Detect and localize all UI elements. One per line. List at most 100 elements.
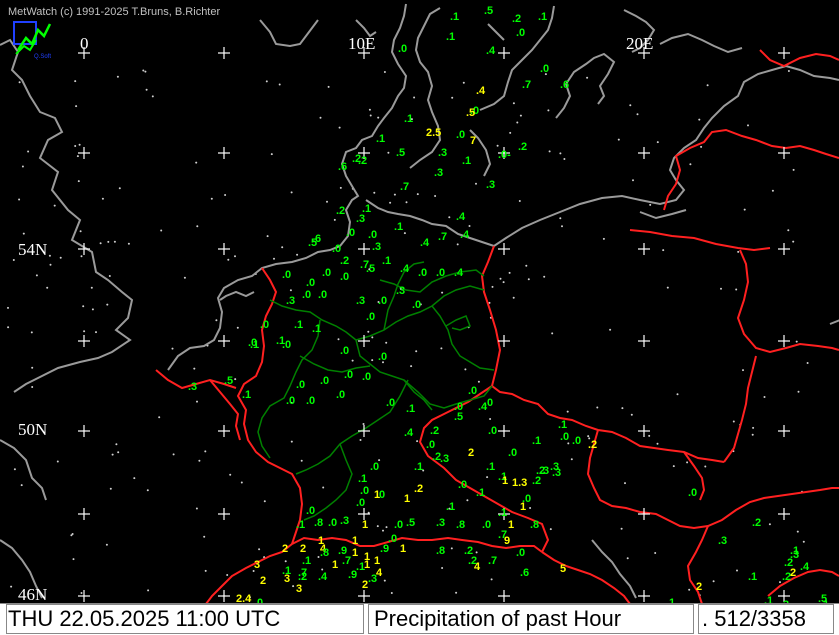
station-dot xyxy=(91,308,94,311)
precip-value: .1 xyxy=(358,473,368,485)
precip-value: .0 xyxy=(398,43,408,55)
precip-value: .2 xyxy=(358,155,368,167)
precip-value: .0 xyxy=(386,397,396,409)
precip-value: .0 xyxy=(346,227,356,239)
station-dot xyxy=(519,114,522,117)
station-dot xyxy=(441,567,444,569)
station-dot xyxy=(416,440,419,443)
precip-value: .2 xyxy=(588,439,598,451)
precip-value: .0 xyxy=(318,289,328,301)
station-dot xyxy=(802,540,805,543)
station-dot xyxy=(518,200,521,202)
precip-value: .0 xyxy=(368,229,378,241)
precip-value: .0 xyxy=(688,487,698,499)
station-dot xyxy=(27,150,30,153)
precip-value: .7 xyxy=(488,555,498,567)
precip-value: .1 xyxy=(376,133,386,145)
precip-value: .3 xyxy=(356,213,366,225)
precip-value: 1.3 xyxy=(512,477,528,489)
station-dot xyxy=(371,336,374,339)
lon-label-10e: 10E xyxy=(348,34,376,53)
station-dot xyxy=(292,585,295,588)
precip-value: 5 xyxy=(560,563,567,575)
station-dot xyxy=(333,218,336,221)
precip-value: .0 xyxy=(306,277,316,289)
precip-value: .0 xyxy=(516,27,526,39)
precip-value: 9 xyxy=(504,535,511,547)
station-dot xyxy=(107,240,110,243)
precip-value: .0 xyxy=(360,485,370,497)
precip-value: .0 xyxy=(488,425,498,437)
station-dot xyxy=(83,330,86,333)
station-dot xyxy=(570,458,573,461)
precip-value: .0 xyxy=(260,319,270,331)
station-dot xyxy=(373,191,376,194)
precip-value: .4 xyxy=(800,561,810,573)
station-dot xyxy=(559,217,562,220)
station-dot xyxy=(630,413,633,416)
precip-value: .0 xyxy=(296,379,306,391)
station-dot xyxy=(193,367,196,370)
precip-value: .1 xyxy=(296,519,306,531)
count-frame xyxy=(698,604,834,634)
station-dot xyxy=(649,203,652,206)
station-dot xyxy=(626,557,629,560)
precip-value: .0 xyxy=(366,311,376,323)
precip-value: 1 xyxy=(362,519,369,531)
station-dot xyxy=(440,347,443,350)
station-dot xyxy=(59,256,62,259)
station-dot xyxy=(587,435,590,438)
precip-value: .0 xyxy=(306,395,316,407)
precip-value: 2 xyxy=(468,447,475,459)
station-dot xyxy=(496,144,499,147)
station-dot xyxy=(596,406,599,409)
station-dot xyxy=(105,543,108,546)
precip-value: .0 xyxy=(286,395,296,407)
precip-value: .1 xyxy=(294,319,304,331)
precip-value: 1 xyxy=(374,555,381,567)
precip-value: .3 xyxy=(188,381,198,393)
station-dot xyxy=(195,507,198,510)
station-dot xyxy=(215,319,218,322)
precip-value: .1 xyxy=(404,113,414,125)
precip-value: .2 xyxy=(532,475,542,487)
station-dot xyxy=(654,552,657,554)
station-dot xyxy=(712,580,715,583)
station-dot xyxy=(662,249,665,252)
precip-value: 1 xyxy=(404,493,411,505)
station-dot xyxy=(10,585,13,588)
station-dot xyxy=(319,116,322,119)
station-dot xyxy=(686,461,689,464)
precip-value: .7 xyxy=(438,231,448,243)
station-dot xyxy=(559,152,562,155)
precip-value: .0 xyxy=(394,519,404,531)
station-dot xyxy=(172,453,175,456)
station-dot xyxy=(12,259,15,261)
station-dot xyxy=(289,289,292,292)
station-dot xyxy=(160,229,163,232)
station-dot xyxy=(80,592,83,594)
station-dot xyxy=(720,287,722,290)
precip-value: .0 xyxy=(340,271,350,283)
precip-value: .3 xyxy=(486,179,496,191)
station-dot xyxy=(327,85,330,88)
station-dot xyxy=(78,143,81,146)
station-dot xyxy=(377,116,380,119)
station-dot xyxy=(31,366,34,369)
precip-value: .0 xyxy=(370,461,380,473)
station-dot xyxy=(771,189,774,192)
station-dot xyxy=(512,296,515,299)
station-dot xyxy=(698,118,701,121)
station-dot xyxy=(80,255,83,258)
precip-value: .4 xyxy=(420,237,430,249)
precip-value: .5 xyxy=(454,411,464,423)
station-dot xyxy=(284,560,287,563)
station-dot xyxy=(115,443,118,446)
precip-value: .1 xyxy=(476,487,486,499)
precip-value: .2 xyxy=(340,255,350,267)
station-dot xyxy=(18,81,21,84)
map-canvas xyxy=(0,0,839,634)
station-dot xyxy=(751,433,754,436)
precip-value: .0 xyxy=(282,269,292,281)
precip-value: .1 xyxy=(498,507,508,519)
